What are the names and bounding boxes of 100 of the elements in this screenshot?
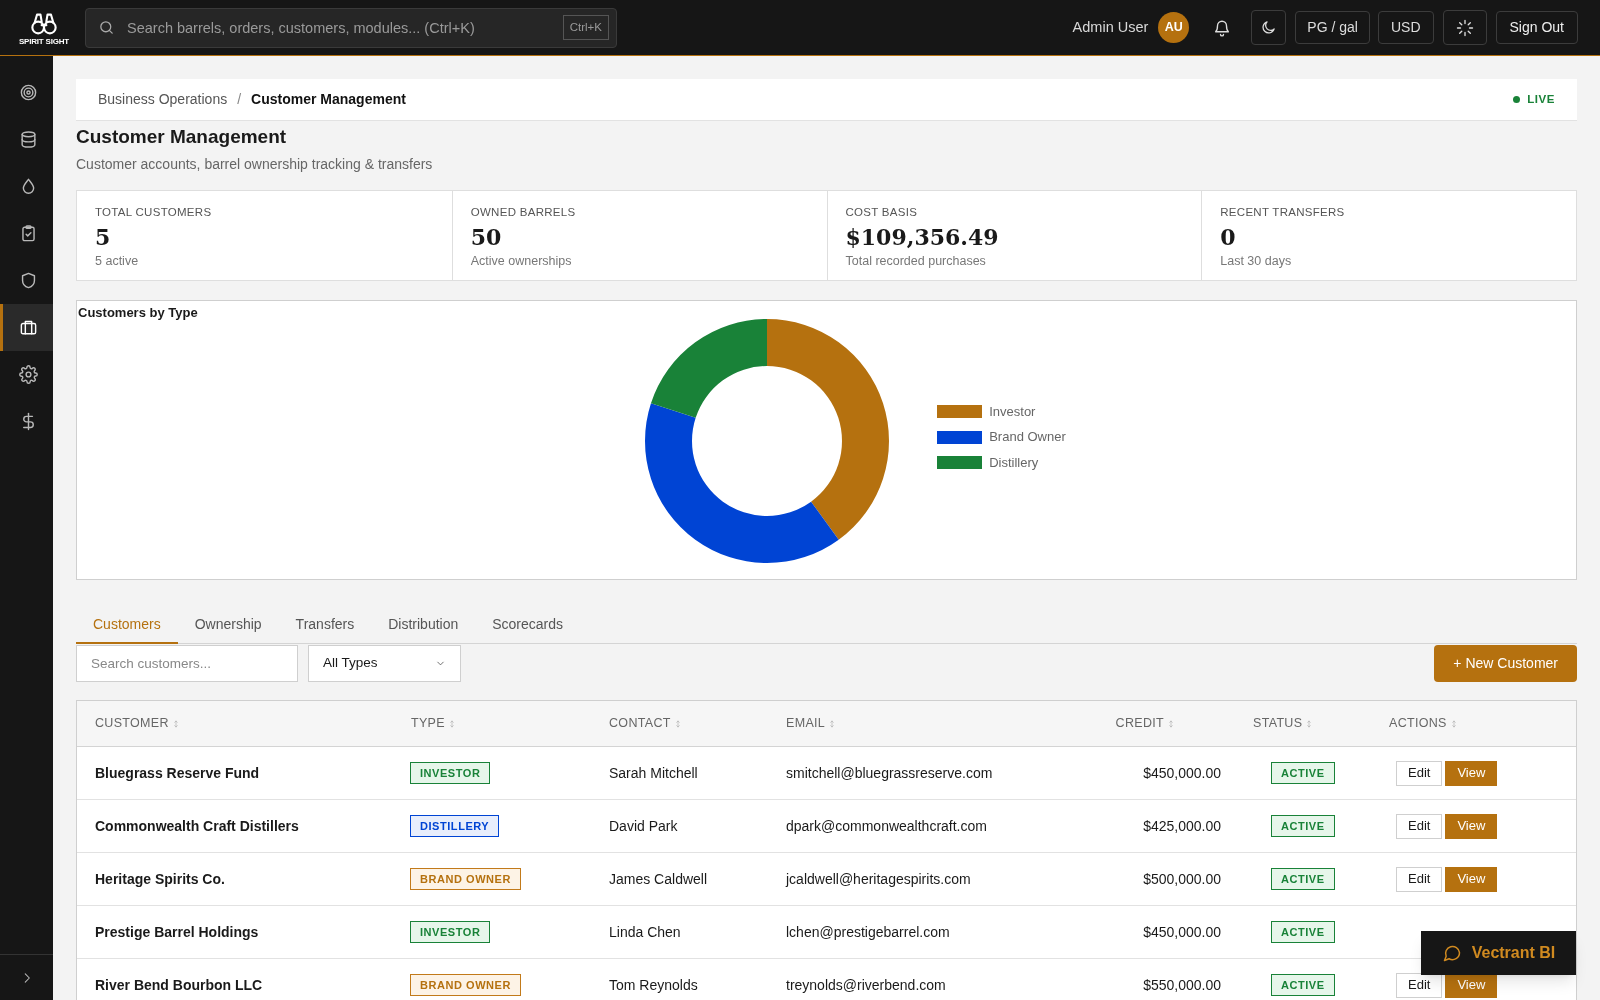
legend-label: Investor (989, 402, 1036, 421)
stat-label: TOTAL CUSTOMERS (95, 205, 213, 220)
status-tag: ACTIVE (1271, 761, 1335, 785)
sort-icon (1449, 718, 1458, 729)
sort-icon (1167, 718, 1175, 729)
column-header[interactable]: EMAIL (768, 701, 1038, 746)
column-header[interactable]: CREDIT (1038, 701, 1235, 746)
credit-amount: $500,000.00 (1143, 870, 1221, 887)
stat-label: OWNED BARRELS (470, 205, 577, 220)
sidebar-item[interactable] (0, 304, 53, 351)
sign-out-button[interactable]: Sign Out (1495, 11, 1578, 44)
email-address: dpark@commonwealthcraft.com (786, 817, 987, 834)
column-header-label: STATUS (1253, 715, 1303, 733)
email-address: treynolds@riverbend.com (786, 976, 946, 993)
edit-button[interactable]: Edit (1396, 866, 1443, 892)
column-header-label: EMAIL (786, 715, 826, 733)
column-header-label: ACTIONS (1389, 715, 1447, 733)
status-tag: ACTIVE (1271, 973, 1335, 997)
user-avatar[interactable]: AU (1158, 12, 1190, 43)
edit-button[interactable]: Edit (1396, 760, 1443, 786)
customer-name: Prestige Barrel Holdings (95, 923, 259, 940)
breadcrumb-link[interactable]: Business Operations (98, 89, 228, 110)
customer-name: Heritage Spirits Co. (95, 870, 225, 887)
column-header-label: CONTACT (609, 715, 671, 733)
type-tag: BRAND OWNER (410, 973, 521, 997)
view-button[interactable]: View (1445, 866, 1498, 892)
stat-value: $109,356.49 (845, 223, 1000, 253)
customer-name: Bluegrass Reserve Fund (95, 764, 260, 781)
currency-button[interactable]: USD (1377, 11, 1434, 44)
column-header[interactable]: TYPE (393, 701, 591, 746)
status-tag: ACTIVE (1271, 920, 1335, 944)
email-address: jcaldwell@heritagespirits.com (786, 870, 971, 887)
customer-search-field[interactable]: Search customers... (76, 645, 298, 682)
stat-note: Active ownerships (470, 253, 573, 271)
page-title: Customer Management (76, 125, 288, 149)
tab[interactable]: Scorecards (475, 607, 581, 644)
tab[interactable]: Transfers (278, 607, 372, 644)
sort-icon (447, 718, 456, 729)
email-address: smitchell@bluegrassreserve.com (786, 764, 993, 781)
loading-button[interactable] (1442, 10, 1487, 45)
spinner-icon (1455, 18, 1474, 37)
type-tag: INVESTOR (410, 761, 491, 785)
credit-amount: $550,000.00 (1143, 976, 1221, 993)
shortcut-hint: Ctrl+K (562, 14, 609, 40)
type-tag: INVESTOR (410, 920, 491, 944)
briefcase-icon (18, 318, 38, 337)
moon-icon (1260, 19, 1278, 36)
logo-text: SPIRIT SIGHT (18, 37, 70, 46)
tab[interactable]: Distribution (371, 607, 476, 644)
new-customer-button[interactable]: + New Customer (1434, 645, 1577, 682)
breadcrumb-current: Customer Management (251, 90, 406, 109)
view-button[interactable]: View (1445, 760, 1498, 786)
live-label: LIVE (1527, 91, 1555, 107)
column-header[interactable]: STATUS (1235, 701, 1371, 746)
column-header[interactable]: CUSTOMER (77, 701, 393, 746)
settings-icon (18, 365, 38, 384)
edit-button[interactable]: Edit (1396, 972, 1443, 998)
user-name: Admin User (1072, 17, 1149, 37)
sort-icon (673, 718, 682, 729)
credit-amount: $450,000.00 (1143, 764, 1221, 781)
contact-name: David Park (609, 817, 678, 834)
database-icon (18, 130, 38, 149)
chat-bubble-icon (1441, 943, 1462, 963)
stat-note: Last 30 days (1220, 253, 1293, 271)
sort-icon (1305, 718, 1314, 729)
chart-title: Customers by Type (78, 304, 198, 322)
type-tag: DISTILLERY (410, 814, 500, 838)
status-tag: ACTIVE (1271, 814, 1335, 838)
status-tag: ACTIVE (1271, 867, 1335, 891)
column-header[interactable]: CONTACT (591, 701, 768, 746)
stat-note: 5 active (95, 253, 140, 271)
contact-name: James Caldwell (609, 870, 708, 887)
column-header-label: CREDIT (1115, 715, 1164, 733)
customer-name: River Bend Bourbon LLC (95, 976, 263, 993)
search-icon (98, 18, 115, 36)
stat-label: RECENT TRANSFERS (1220, 205, 1346, 220)
view-button[interactable]: View (1445, 813, 1498, 839)
stat-value: 5 (95, 223, 112, 253)
credit-amount: $425,000.00 (1143, 817, 1221, 834)
contact-name: Linda Chen (609, 923, 681, 940)
legend-swatch (937, 430, 983, 444)
stat-value: 50 (470, 223, 503, 253)
contact-name: Tom Reynolds (609, 976, 698, 993)
legend-label: Distillery (989, 453, 1039, 472)
column-header[interactable]: ACTIONS (1371, 701, 1576, 746)
type-tag: BRAND OWNER (410, 867, 521, 891)
theme-toggle-button[interactable] (1251, 10, 1287, 45)
type-dropdown[interactable]: All Types (308, 645, 461, 682)
column-header-label: TYPE (411, 715, 445, 733)
legend-swatch (937, 456, 983, 469)
tab[interactable]: Ownership (177, 607, 279, 644)
chat-button[interactable]: Vectrant BI (1421, 931, 1576, 975)
stat-value: 0 (1220, 223, 1237, 253)
bell-icon (1213, 18, 1232, 37)
legend-swatch (937, 405, 983, 418)
sort-icon (828, 718, 837, 729)
unit-button[interactable]: PG / gal (1295, 11, 1370, 44)
target-icon (18, 83, 38, 102)
column-header-label: CUSTOMER (95, 715, 169, 733)
edit-button[interactable]: Edit (1396, 813, 1443, 839)
